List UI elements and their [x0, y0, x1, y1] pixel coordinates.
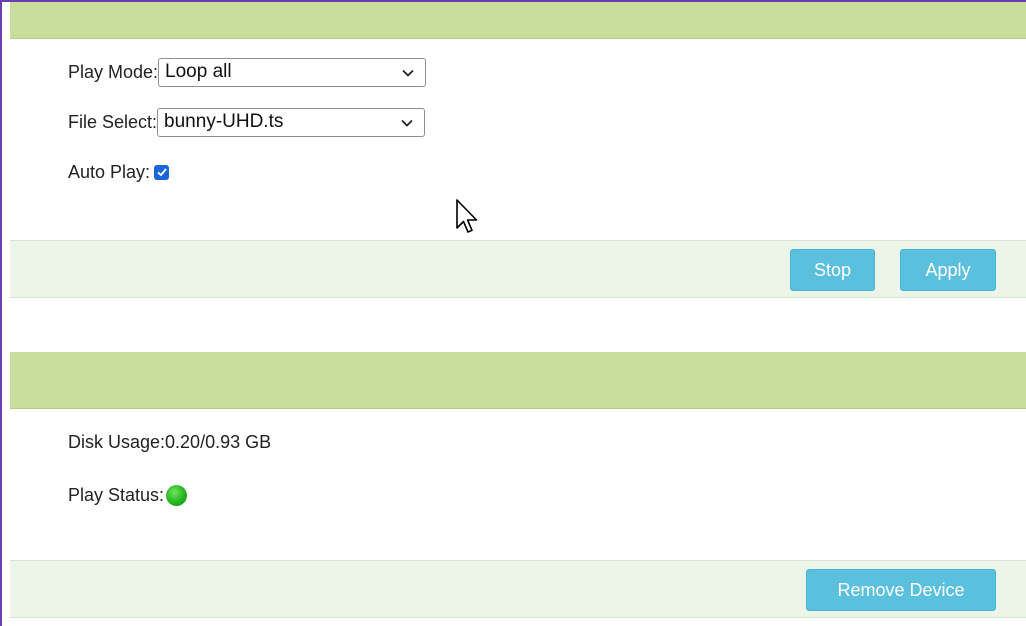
play-mode-label: Play Mode:: [68, 61, 159, 82]
file-select-value: bunny-UHD.ts: [164, 111, 284, 132]
play-status-label: Play Status:: [68, 484, 165, 505]
play-mode-select[interactable]: Loop all: [158, 57, 427, 87]
file-select-dropdown[interactable]: bunny-UHD.ts: [157, 107, 426, 137]
remove-device-button[interactable]: Remove Device: [806, 569, 996, 611]
play-mode-value: Loop all: [165, 61, 232, 82]
file-select-label: File Select:: [68, 111, 158, 132]
disk-usage-row: Disk Usage:0.20/0.93 GB: [68, 427, 271, 457]
play-mode-row: Play Mode: Loop all: [68, 57, 427, 87]
chevron-down-icon: [401, 119, 413, 127]
page-frame: Play Mode: Loop all File Select: bunny-U…: [0, 0, 1026, 626]
auto-play-label: Auto Play:: [68, 161, 151, 182]
auto-play-checkbox[interactable]: [154, 164, 170, 180]
play-status-indicator: [166, 484, 188, 506]
chevron-down-icon: [402, 69, 414, 77]
device-panel-header: [10, 352, 1026, 409]
playback-panel-header: [10, 2, 1026, 39]
play-status-row: Play Status:: [68, 480, 188, 510]
apply-button[interactable]: Apply: [900, 249, 996, 291]
mouse-pointer-icon: [456, 199, 478, 233]
stop-button[interactable]: Stop: [790, 249, 875, 291]
checkmark-icon: [156, 168, 167, 177]
auto-play-row: Auto Play:: [68, 157, 170, 187]
disk-usage-text: Disk Usage:0.20/0.93 GB: [68, 431, 272, 452]
file-select-row: File Select: bunny-UHD.ts: [68, 107, 426, 137]
